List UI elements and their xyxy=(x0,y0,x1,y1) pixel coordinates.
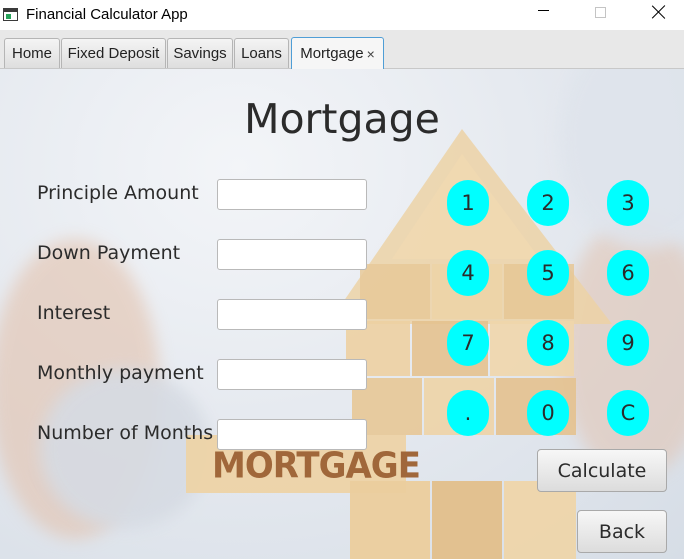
maximize-icon xyxy=(594,6,606,18)
monthly-payment-label: Monthly payment xyxy=(37,362,204,384)
calculate-button[interactable]: Calculate xyxy=(537,449,667,492)
interest-label: Interest xyxy=(37,302,111,324)
monthly-payment-input[interactable] xyxy=(217,359,367,390)
keypad-1-button[interactable]: 1 xyxy=(447,180,489,226)
principle-amount-label: Principle Amount xyxy=(37,182,199,204)
minimize-button[interactable] xyxy=(520,0,566,30)
back-button[interactable]: Back xyxy=(577,510,667,553)
keypad-7-button[interactable]: 7 xyxy=(447,320,489,366)
mortgage-panel: MORTGAGE Mortgage Principle Amount Down … xyxy=(0,69,684,559)
maximize-button[interactable] xyxy=(577,0,623,30)
page-title: Mortgage xyxy=(244,95,440,143)
mortgage-sign-text: MORTGAGE xyxy=(212,445,421,487)
title-bar: Financial Calculator App xyxy=(0,0,684,30)
minimize-icon xyxy=(537,9,549,11)
tab-loans[interactable]: Loans xyxy=(234,38,289,68)
tab-label: Savings xyxy=(173,45,227,62)
keypad-9-button[interactable]: 9 xyxy=(607,320,649,366)
keypad-decimal-button[interactable]: . xyxy=(447,390,489,436)
interest-input[interactable] xyxy=(217,299,367,330)
keypad-5-button[interactable]: 5 xyxy=(527,250,569,296)
app-icon xyxy=(3,8,18,21)
window-title: Financial Calculator App xyxy=(26,6,188,23)
keypad-6-button[interactable]: 6 xyxy=(607,250,649,296)
number-of-months-label: Number of Months xyxy=(37,422,214,444)
tab-home[interactable]: Home xyxy=(4,38,60,68)
tab-label: Mortgage xyxy=(300,45,364,62)
keypad-2-button[interactable]: 2 xyxy=(527,180,569,226)
tab-close-icon[interactable]: × xyxy=(367,46,375,62)
tab-mortgage[interactable]: Mortgage × xyxy=(291,37,384,69)
keypad-0-button[interactable]: 0 xyxy=(527,390,569,436)
tab-label: Loans xyxy=(241,45,282,62)
down-payment-label: Down Payment xyxy=(37,242,181,264)
close-icon xyxy=(652,5,666,19)
number-of-months-input[interactable] xyxy=(217,419,367,450)
principle-amount-input[interactable] xyxy=(217,179,367,210)
down-payment-input[interactable] xyxy=(217,239,367,270)
tab-fixed-deposit[interactable]: Fixed Deposit xyxy=(61,38,166,68)
close-window-button[interactable] xyxy=(636,0,682,30)
tab-bar: Home Fixed Deposit Savings Loans Mortgag… xyxy=(0,30,684,69)
tab-label: Home xyxy=(11,45,52,62)
keypad-clear-button[interactable]: C xyxy=(607,390,649,436)
keypad-3-button[interactable]: 3 xyxy=(607,180,649,226)
keypad-4-button[interactable]: 4 xyxy=(447,250,489,296)
tab-label: Fixed Deposit xyxy=(67,45,160,62)
tab-savings[interactable]: Savings xyxy=(167,38,233,68)
keypad-8-button[interactable]: 8 xyxy=(527,320,569,366)
